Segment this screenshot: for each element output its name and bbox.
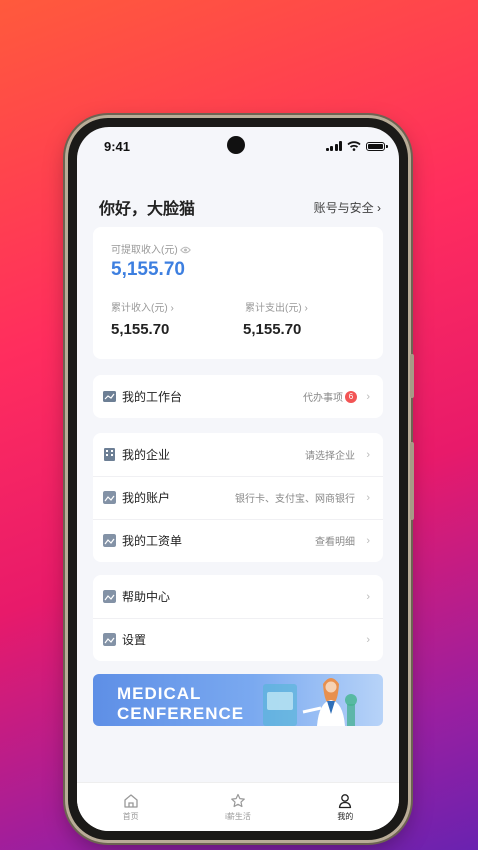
eye-icon[interactable] bbox=[180, 246, 192, 254]
enterprise-title: 我的企业 bbox=[122, 448, 171, 462]
image-icon bbox=[103, 491, 116, 504]
tab-life[interactable]: i薪生活 bbox=[184, 783, 291, 831]
todo-label: 代办事项 bbox=[303, 393, 343, 404]
chevron-right-icon: › bbox=[304, 303, 308, 314]
chevron-right-icon: › bbox=[366, 491, 370, 504]
settings-title: 设置 bbox=[122, 633, 147, 647]
payslip-hint: 查看明细 bbox=[315, 537, 355, 548]
star-icon bbox=[231, 793, 245, 807]
wifi-icon bbox=[347, 141, 361, 151]
status-time: 9:41 bbox=[104, 139, 131, 154]
menu-item-account[interactable]: 我的账户 银行卡、支付宝、网商银行 › bbox=[93, 476, 383, 519]
workbench-row[interactable]: 我的工作台 代办事项 6 › bbox=[93, 375, 383, 418]
home-icon bbox=[124, 793, 138, 808]
tab-mine[interactable]: 我的 bbox=[292, 783, 399, 831]
chevron-right-icon: › bbox=[377, 201, 381, 215]
doctor-illustration bbox=[263, 678, 357, 726]
withdrawable-label: 可提取收入(元) bbox=[111, 241, 192, 256]
bottom-tab-bar: 首页 i薪生活 我的 bbox=[77, 782, 399, 831]
building-icon bbox=[104, 448, 115, 461]
status-bar: 9:41 bbox=[77, 127, 399, 163]
menu-group-2: 帮助中心 › 设置 › bbox=[93, 575, 383, 661]
tab-life-label: i薪生活 bbox=[225, 811, 251, 821]
menu-item-help[interactable]: 帮助中心 › bbox=[93, 575, 383, 618]
account-security-link[interactable]: 账号与安全 › bbox=[314, 199, 381, 216]
chevron-right-icon: › bbox=[366, 590, 370, 603]
phone-frame: 9:41 你好，大脸猫 账号与安全 › 可提取收入(元) 5,155.70 累计… bbox=[68, 118, 414, 840]
menu-item-settings[interactable]: 设置 › bbox=[93, 618, 383, 661]
promo-banner[interactable]: MEDICAL CENFERENCE bbox=[93, 674, 383, 726]
signal-icon bbox=[325, 141, 342, 151]
image-icon bbox=[103, 534, 116, 547]
help-title: 帮助中心 bbox=[122, 590, 171, 604]
todo-count-badge: 6 bbox=[345, 390, 357, 403]
chevron-right-icon: › bbox=[170, 303, 174, 314]
chart-icon bbox=[103, 391, 116, 402]
tab-home[interactable]: 首页 bbox=[77, 783, 184, 831]
app-screen: 9:41 你好，大脸猫 账号与安全 › 可提取收入(元) 5,155.70 累计… bbox=[77, 127, 399, 831]
tab-home-label: 首页 bbox=[122, 811, 139, 821]
status-icons bbox=[325, 141, 388, 151]
account-title: 我的账户 bbox=[122, 491, 171, 505]
image-icon bbox=[103, 633, 116, 646]
withdrawable-value: 5,155.70 bbox=[111, 259, 185, 280]
enterprise-hint: 请选择企业 bbox=[305, 451, 355, 462]
banner-title: MEDICAL CENFERENCE bbox=[117, 684, 245, 723]
camera-icon bbox=[227, 136, 245, 154]
total-expense-value: 5,155.70 bbox=[243, 321, 302, 338]
workbench-card: 我的工作台 代办事项 6 › bbox=[93, 375, 383, 418]
menu-item-payslip[interactable]: 我的工资单 查看明细 › bbox=[93, 519, 383, 562]
chevron-right-icon: › bbox=[366, 448, 370, 461]
power-button bbox=[410, 442, 414, 520]
account-hint: 银行卡、支付宝、网商银行 bbox=[235, 494, 355, 505]
greeting: 你好，大脸猫 bbox=[99, 201, 196, 218]
user-icon bbox=[339, 793, 352, 808]
chevron-right-icon: › bbox=[366, 534, 370, 547]
total-income-value: 5,155.70 bbox=[111, 321, 170, 338]
image-icon bbox=[103, 590, 116, 603]
tab-mine-label: 我的 bbox=[337, 811, 354, 821]
chevron-right-icon: › bbox=[366, 633, 370, 646]
battery-icon bbox=[366, 141, 388, 151]
account-security-label: 账号与安全 bbox=[313, 201, 374, 215]
income-summary-card: 可提取收入(元) 5,155.70 累计收入(元) › 5,155.70 累计支… bbox=[93, 227, 383, 359]
workbench-title: 我的工作台 bbox=[122, 390, 183, 404]
chevron-right-icon: › bbox=[366, 390, 370, 403]
menu-group-1: 我的企业 请选择企业 › 我的账户 银行卡、支付宝、网商银行 › 我的工资单 查… bbox=[93, 433, 383, 562]
total-income-link[interactable]: 累计收入(元) › bbox=[111, 299, 174, 314]
volume-button bbox=[410, 354, 414, 398]
payslip-title: 我的工资单 bbox=[122, 534, 183, 548]
total-expense-link[interactable]: 累计支出(元) › bbox=[245, 299, 308, 314]
menu-item-enterprise[interactable]: 我的企业 请选择企业 › bbox=[93, 433, 383, 476]
